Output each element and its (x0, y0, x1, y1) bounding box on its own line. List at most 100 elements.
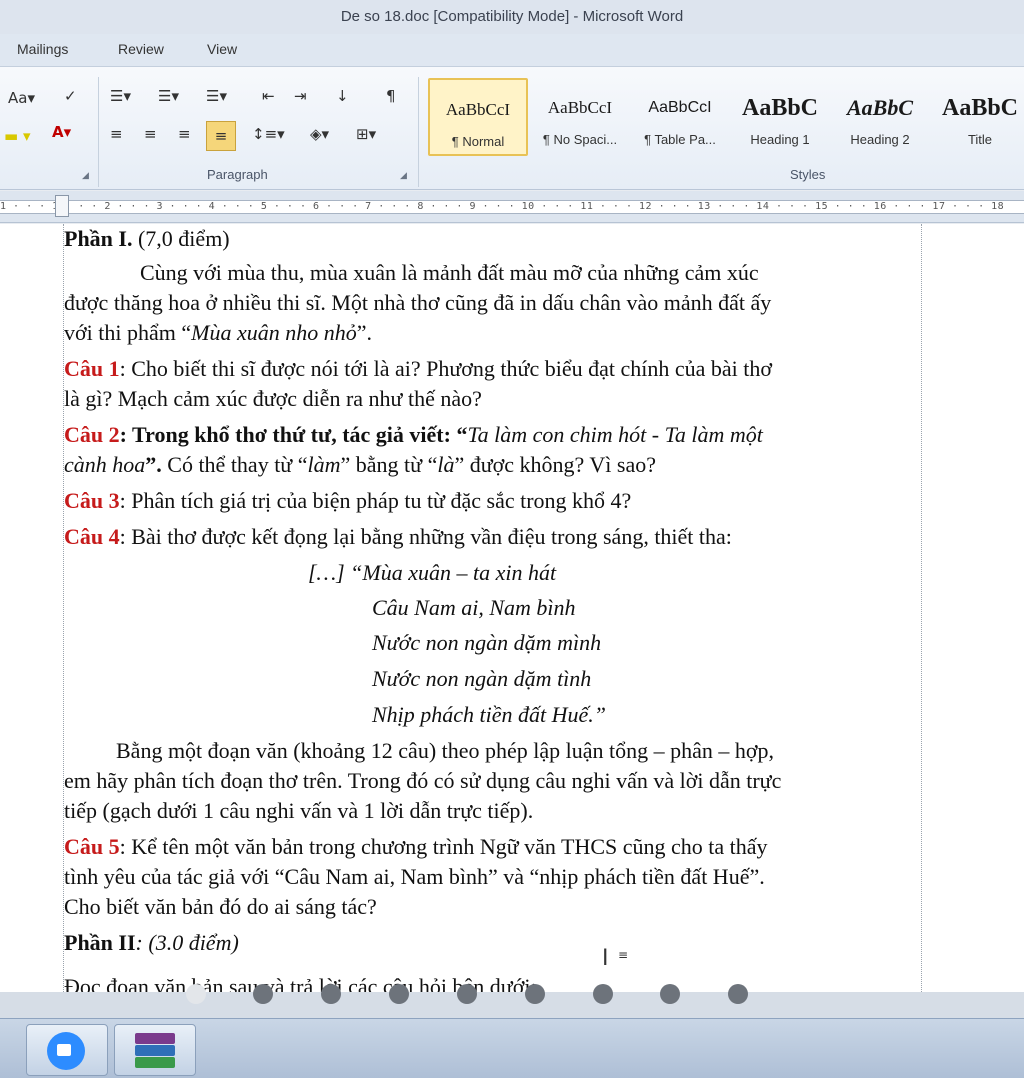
question-1-line-1: Câu 1: Cho biết thi sĩ được nói tới là a… (64, 354, 772, 384)
style-no-spacing[interactable]: AaBbCcI ¶ No Spaci... (530, 78, 630, 156)
style-table-paragraph[interactable]: AaBbCcI ¶ Table Pa... (630, 78, 730, 156)
pagination-dot[interactable] (389, 984, 409, 1004)
indent-marker[interactable] (55, 195, 69, 217)
tab-view[interactable]: View (207, 41, 237, 57)
question-1-line-2: là gì? Mạch cảm xúc được diễn ra như thế… (64, 386, 482, 411)
part1-points: (7,0 điểm) (132, 226, 230, 251)
question-2-line-1: Câu 2: Trong khổ thơ thứ tư, tác giả viế… (64, 420, 763, 450)
intro-text: với thi phẩm “ (64, 320, 192, 345)
task-line-1: Bằng một đoạn văn (khoảng 12 câu) theo p… (116, 738, 775, 763)
question-4-label: Câu 4 (64, 524, 120, 549)
intro-line-3: với thi phẩm “Mùa xuân nho nhỏ”. (64, 318, 372, 348)
multilevel-list-icon[interactable]: ☰▾ (206, 87, 227, 105)
pagination-dot[interactable] (321, 984, 341, 1004)
style-heading-2[interactable]: AaBbC Heading 2 (830, 78, 930, 156)
ruler-numbers: 1 · · · 1 · · · 2 · · · 3 · · · 4 · · · … (0, 201, 1005, 212)
question-2-label: Câu 2 (64, 422, 120, 447)
book-stripe (135, 1057, 175, 1068)
style-name: ¶ No Spaci... (542, 132, 618, 147)
part2-points: : (3.0 điểm) (135, 930, 239, 955)
shading-icon[interactable]: ◈▾ (310, 125, 329, 143)
part2-title: Phần II (64, 930, 136, 955)
styles-group-label: Styles (790, 167, 826, 182)
pagination-dot[interactable] (525, 984, 545, 1004)
style-sample: AaBbC (846, 95, 914, 120)
question-5-line-3: Cho biết văn bản đó do ai sáng tác? (64, 894, 377, 919)
font-dialog-launcher-icon[interactable]: ◢ (82, 170, 89, 181)
word-lam: làm (307, 452, 341, 477)
question-2-text-4: ” được không? Vì sao? (454, 452, 657, 477)
align-left-icon[interactable]: ≡ (110, 125, 123, 143)
close-quote: ”. (145, 452, 168, 477)
borders-icon[interactable]: ⊞▾ (356, 125, 376, 143)
change-case-button[interactable]: Aa▾ (8, 89, 35, 107)
question-5-text: : Kể tên một văn bản trong chương trình … (119, 834, 768, 859)
tab-mailings[interactable]: Mailings (17, 41, 68, 57)
taskbar-winrar-button[interactable] (114, 1024, 196, 1076)
book-stripe (135, 1033, 175, 1044)
part2-heading: Phần II: (3.0 điểm) (64, 928, 239, 958)
question-5-line-2: tình yêu của tác giả với “Câu Nam ai, Na… (64, 864, 765, 889)
tab-review[interactable]: Review (118, 41, 164, 57)
pagination-dot[interactable] (457, 984, 477, 1004)
pagination-dot[interactable] (660, 984, 680, 1004)
question-3-line-1: Câu 3: Phân tích giá trị của biện pháp t… (64, 486, 631, 516)
ribbon-tabs: Mailings Review View (0, 34, 1024, 66)
window-title: De so 18.doc [Compatibility Mode] - Micr… (340, 8, 684, 25)
poem-line-5: Nhịp phách tiền đất Huế.” (372, 702, 607, 727)
change-case-label: Aa (8, 89, 28, 107)
sort-icon[interactable]: ↓ (336, 87, 349, 105)
paragraph-group-label: Paragraph (207, 167, 268, 182)
poem-line-3: Nước non ngàn dặm mình (372, 630, 602, 655)
document-page[interactable]: Phần I. (7,0 điểm) Cùng với mùa thu, mùa… (0, 224, 1024, 992)
word-la: là (437, 452, 455, 477)
pagination-dot[interactable] (253, 984, 273, 1004)
style-sample: AaBbCcI (648, 99, 712, 116)
horizontal-ruler[interactable]: 1 · · · 1 · · · 2 · · · 3 · · · 4 · · · … (0, 191, 1024, 223)
pagination-dot[interactable] (186, 984, 206, 1004)
style-name: Heading 1 (750, 132, 810, 147)
style-name: ¶ Normal (451, 134, 505, 149)
task-line-3: tiếp (gạch dưới 1 câu nghi vấn và 1 lời … (64, 798, 534, 823)
question-4-line-1: Câu 4: Bài thơ được kết đọng lại bằng nh… (64, 522, 732, 552)
word-window: De so 18.doc [Compatibility Mode] - Micr… (0, 0, 1024, 1078)
justify-icon[interactable]: ≡ (206, 121, 236, 151)
document-area[interactable]: Phần I. (7,0 điểm) Cùng với mùa thu, mùa… (0, 224, 1024, 992)
taskbar-zoom-button[interactable] (26, 1024, 108, 1076)
show-marks-icon[interactable]: ¶ (386, 87, 396, 105)
style-sample: AaBbCcI (547, 98, 613, 117)
font-color-icon[interactable]: A▾ (52, 123, 71, 141)
bullets-icon[interactable]: ☰▾ (110, 87, 131, 105)
style-name: Title (967, 132, 993, 147)
align-right-icon[interactable]: ≡ (178, 125, 191, 143)
numbering-icon[interactable]: ☰▾ (158, 87, 179, 105)
question-5-label: Câu 5 (64, 834, 120, 859)
ribbon: Aa▾ ✓ ▬ ▾ A▾ ☰▾ ☰▾ ☰▾ ⇤ ⇥ ↓ ¶ ≡ ≡ ≡ ≡ ↕≡… (0, 66, 1024, 190)
paragraph-dialog-launcher-icon[interactable]: ◢ (400, 170, 407, 181)
text-cursor-icon: I (602, 946, 609, 971)
pagination-dot[interactable] (593, 984, 613, 1004)
book-stripe (135, 1045, 175, 1056)
styles-gallery: AaBbCcI ¶ Normal AaBbCcI ¶ No Spaci... A… (425, 75, 1024, 159)
line-spacing-icon[interactable]: ↕≡▾ (252, 125, 285, 143)
spelling-icon[interactable]: ✓ (64, 87, 77, 105)
style-title[interactable]: AaBbC Title (930, 78, 1024, 156)
part1-title: Phần I. (64, 226, 133, 251)
camera-icon (57, 1044, 71, 1056)
highlight-icon[interactable]: ▬ ▾ (4, 127, 30, 145)
align-center-icon[interactable]: ≡ (144, 125, 157, 143)
pagination-dot[interactable] (728, 984, 748, 1004)
taskbar (0, 1018, 1024, 1078)
poem-title: Mùa xuân nho nhỏ (191, 320, 357, 345)
style-normal[interactable]: AaBbCcI ¶ Normal (428, 78, 528, 156)
question-4-text: : Bài thơ được kết đọng lại bằng những v… (119, 524, 732, 549)
quoted-verse: Ta làm con chim hót - Ta làm một (467, 422, 763, 447)
style-sample: AaBbC (741, 95, 819, 121)
increase-indent-icon[interactable]: ⇥ (294, 87, 307, 105)
decrease-indent-icon[interactable]: ⇤ (262, 87, 275, 105)
question-1-text: : Cho biết thi sĩ được nói tới là ai? Ph… (119, 356, 772, 381)
poem-line-1: […] “Mùa xuân – ta xin hát (308, 560, 557, 585)
title-bar: De so 18.doc [Compatibility Mode] - Micr… (0, 0, 1024, 34)
poem-line-4: Nước non ngàn dặm tình (372, 666, 592, 691)
style-heading-1[interactable]: AaBbC Heading 1 (730, 78, 830, 156)
